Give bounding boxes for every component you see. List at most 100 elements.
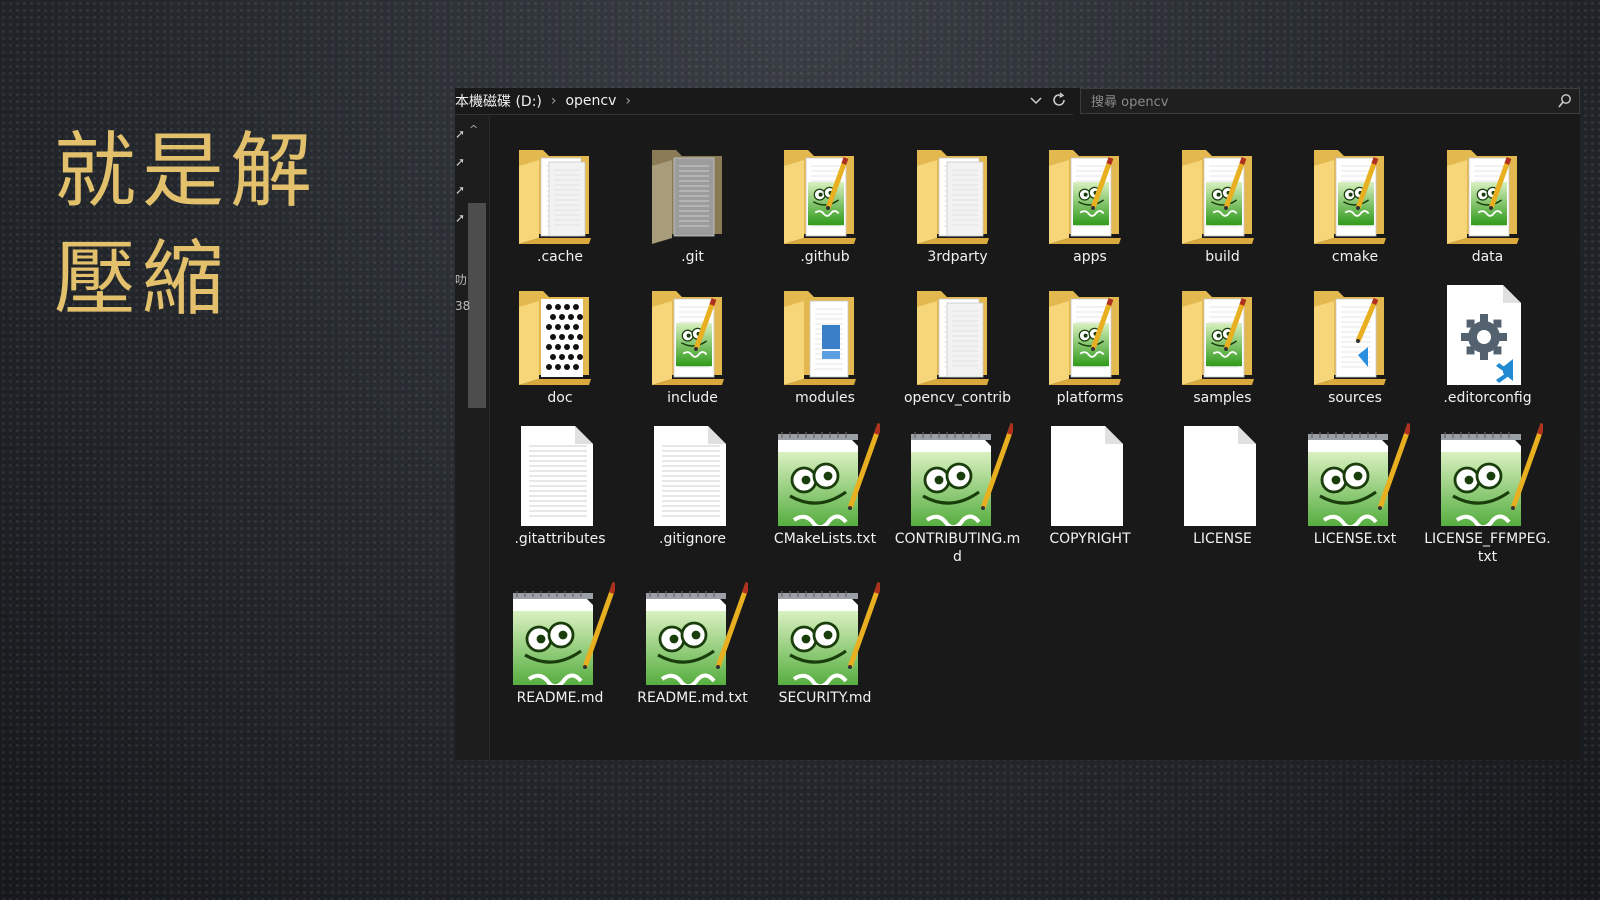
navigation-pane[interactable]: ^ ➚ ➚ ➚ ➚ 叻 38	[455, 115, 490, 760]
blank-file-icon[interactable]	[1035, 422, 1145, 526]
notepadpp-file-icon[interactable]	[770, 422, 880, 526]
blank-file-icon[interactable]	[1168, 422, 1278, 526]
folder-item[interactable]: .github	[760, 140, 890, 266]
file-item[interactable]: LICENSE_FFMPEG.txt	[1423, 422, 1553, 566]
item-label[interactable]: .gitignore	[628, 530, 758, 548]
item-label[interactable]: platforms	[1025, 389, 1155, 407]
scroll-up-icon[interactable]: ^	[469, 123, 478, 136]
item-label[interactable]: .gitattributes	[495, 530, 625, 548]
folder-item[interactable]: cmake	[1290, 140, 1420, 266]
breadcrumb-drive[interactable]: 本機磁碟 (D:)	[455, 91, 542, 111]
folder-notepad-icon[interactable]	[1168, 140, 1278, 244]
vscode-settings-file-icon[interactable]	[1433, 281, 1543, 385]
folder-blue-icon[interactable]	[770, 281, 880, 385]
folder-notepad-icon[interactable]	[638, 281, 748, 385]
nav-item-stub[interactable]: 叻	[455, 271, 467, 288]
folder-item[interactable]: samples	[1158, 281, 1288, 407]
file-item[interactable]: SECURITY.md	[760, 581, 890, 707]
folder-notepad-icon[interactable]	[1035, 281, 1145, 385]
item-label[interactable]: CONTRIBUTING.md	[893, 530, 1023, 566]
file-item[interactable]: LICENSE	[1158, 422, 1288, 548]
folder-notepad-icon[interactable]	[1300, 140, 1410, 244]
item-label[interactable]: .editorconfig	[1423, 389, 1553, 407]
folder-item[interactable]: doc	[495, 281, 625, 407]
chevron-right-icon[interactable]: ›	[625, 93, 631, 109]
folder-notepad-icon[interactable]	[1433, 140, 1543, 244]
file-item[interactable]: LICENSE.txt	[1290, 422, 1420, 548]
item-label[interactable]: samples	[1158, 389, 1288, 407]
item-label[interactable]: COPYRIGHT	[1025, 530, 1155, 548]
pin-icon: ➚	[455, 183, 466, 197]
item-label[interactable]: CMakeLists.txt	[760, 530, 890, 548]
search-input[interactable]	[1089, 91, 1533, 113]
notepadpp-file-icon[interactable]	[903, 422, 1013, 526]
folder-item[interactable]: .git	[628, 140, 758, 266]
item-label[interactable]: LICENSE.txt	[1290, 530, 1420, 548]
item-label[interactable]: cmake	[1290, 248, 1420, 266]
notepadpp-file-icon[interactable]	[638, 581, 748, 685]
folder-item[interactable]: apps	[1025, 140, 1155, 266]
item-label[interactable]: opencv_contrib	[893, 389, 1023, 407]
item-label[interactable]: 3rdparty	[893, 248, 1023, 266]
notepadpp-file-icon[interactable]	[770, 581, 880, 685]
folder-notepad-icon[interactable]	[1035, 140, 1145, 244]
folder-item[interactable]: data	[1423, 140, 1553, 266]
folder-notepad-icon[interactable]	[770, 140, 880, 244]
folder-item[interactable]: sources	[1290, 281, 1420, 407]
item-label[interactable]: sources	[1290, 389, 1420, 407]
chevron-down-icon[interactable]	[1029, 91, 1043, 109]
folder-doc-icon[interactable]	[505, 140, 615, 244]
file-item[interactable]: CONTRIBUTING.md	[893, 422, 1023, 566]
folder-vscode-icon[interactable]	[1300, 281, 1410, 385]
item-label[interactable]: .git	[628, 248, 758, 266]
folder-doc-icon[interactable]	[903, 140, 1013, 244]
item-label[interactable]: LICENSE	[1158, 530, 1288, 548]
search-icon[interactable]	[1557, 92, 1573, 110]
file-item[interactable]: .gitattributes	[495, 422, 625, 548]
folder-gray-icon[interactable]	[638, 140, 748, 244]
slide-title-line-2: 壓縮	[54, 232, 231, 327]
text-file-icon[interactable]	[505, 422, 615, 526]
item-label[interactable]: README.md	[495, 689, 625, 707]
file-explorer-window: 本機磁碟 (D:) › opencv › ^ ➚ ➚ ➚ ➚ 叻 38 .cac…	[455, 88, 1580, 760]
item-label[interactable]: .cache	[495, 248, 625, 266]
notepadpp-file-icon[interactable]	[505, 581, 615, 685]
refresh-icon[interactable]	[1051, 91, 1067, 109]
file-item[interactable]: README.md	[495, 581, 625, 707]
item-label[interactable]: doc	[495, 389, 625, 407]
file-item[interactable]: COPYRIGHT	[1025, 422, 1155, 548]
nav-item-stub[interactable]: 38	[455, 299, 470, 313]
notepadpp-file-icon[interactable]	[1433, 422, 1543, 526]
item-label[interactable]: LICENSE_FFMPEG.txt	[1423, 530, 1553, 566]
item-label[interactable]: README.md.txt	[628, 689, 758, 707]
folder-item[interactable]: modules	[760, 281, 890, 407]
folder-item[interactable]: platforms	[1025, 281, 1155, 407]
chevron-right-icon[interactable]: ›	[551, 93, 557, 109]
scrollbar-thumb[interactable]	[468, 203, 486, 408]
folder-item[interactable]: opencv_contrib	[893, 281, 1023, 407]
folder-item[interactable]: 3rdparty	[893, 140, 1023, 266]
folder-item[interactable]: .cache	[495, 140, 625, 266]
breadcrumb-opencv[interactable]: opencv	[565, 93, 616, 109]
text-file-icon[interactable]	[638, 422, 748, 526]
notepadpp-file-icon[interactable]	[1300, 422, 1410, 526]
file-item[interactable]: .gitignore	[628, 422, 758, 548]
item-label[interactable]: include	[628, 389, 758, 407]
folder-item[interactable]: include	[628, 281, 758, 407]
search-box[interactable]	[1080, 88, 1580, 114]
item-label[interactable]: apps	[1025, 248, 1155, 266]
item-label[interactable]: build	[1158, 248, 1288, 266]
folder-item[interactable]: build	[1158, 140, 1288, 266]
item-label[interactable]: data	[1423, 248, 1553, 266]
item-label[interactable]: SECURITY.md	[760, 689, 890, 707]
pin-icon: ➚	[455, 155, 466, 169]
address-bar[interactable]: 本機磁碟 (D:) › opencv ›	[455, 88, 1073, 115]
folder-notepad-icon[interactable]	[1168, 281, 1278, 385]
file-item[interactable]: CMakeLists.txt	[760, 422, 890, 548]
file-item[interactable]: README.md.txt	[628, 581, 758, 707]
folder-doc-icon[interactable]	[903, 281, 1013, 385]
folder-dots-icon[interactable]	[505, 281, 615, 385]
item-label[interactable]: modules	[760, 389, 890, 407]
item-label[interactable]: .github	[760, 248, 890, 266]
file-item[interactable]: .editorconfig	[1423, 281, 1553, 407]
